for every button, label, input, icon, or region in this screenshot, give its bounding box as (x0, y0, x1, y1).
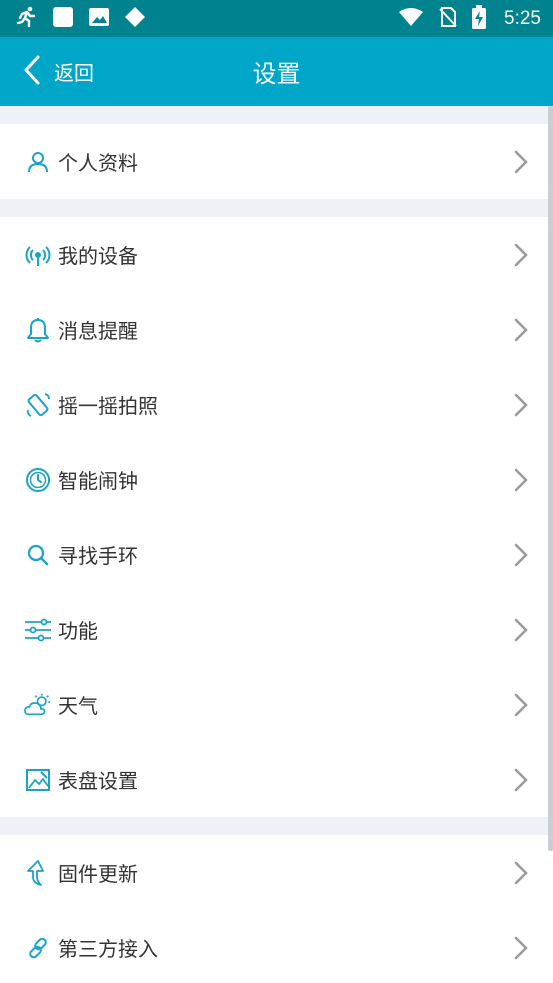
chevron-right-icon (514, 543, 528, 566)
settings-item-label: 天气 (58, 694, 98, 718)
settings-item-label: 智能闹钟 (58, 469, 138, 493)
back-label: 返回 (54, 61, 94, 85)
chevron-right-icon (514, 861, 528, 884)
status-bar: 5:25 (0, 0, 553, 37)
section-divider (0, 199, 553, 217)
settings-item-label: 第三方接入 (58, 937, 158, 961)
top-app-bar: 返回 设置 (0, 37, 553, 106)
square-icon (52, 6, 74, 32)
settings-item-label: 消息提醒 (58, 319, 138, 343)
settings-item-shake-photo[interactable]: 摇一摇拍照 (0, 367, 553, 442)
settings-item-label: 摇一摇拍照 (58, 394, 158, 418)
settings-group-device: 我的设备 消息提醒 摇一摇拍照 智能闹钟 寻找手环 功能 天气 表盘设置 (0, 217, 553, 817)
watchface-icon (24, 766, 52, 794)
settings-item-label: 功能 (58, 619, 98, 643)
settings-item-label: 寻找手环 (58, 544, 138, 568)
chevron-right-icon (514, 936, 528, 959)
settings-group-system: 固件更新 第三方接入 (0, 835, 553, 983)
no-sim-icon (438, 6, 458, 32)
settings-item-smart-alarm[interactable]: 智能闹钟 (0, 442, 553, 517)
back-button[interactable]: 返回 (24, 37, 94, 106)
settings-item-label: 个人资料 (58, 151, 138, 175)
section-divider (0, 106, 553, 124)
chevron-right-icon (514, 393, 528, 416)
settings-item-label: 固件更新 (58, 862, 138, 886)
settings-item-third-party[interactable]: 第三方接入 (0, 910, 553, 983)
update-arrow-icon (24, 859, 52, 887)
status-time: 5:25 (504, 7, 541, 29)
image-icon (88, 6, 110, 32)
chevron-right-icon (514, 150, 528, 173)
settings-item-weather[interactable]: 天气 (0, 667, 553, 742)
chevron-right-icon (514, 468, 528, 491)
chevron-right-icon (514, 693, 528, 716)
settings-item-my-device[interactable]: 我的设备 (0, 217, 553, 292)
clock-icon (24, 466, 52, 494)
settings-item-functions[interactable]: 功能 (0, 592, 553, 667)
settings-item-profile[interactable]: 个人资料 (0, 124, 553, 199)
settings-item-watchface[interactable]: 表盘设置 (0, 742, 553, 817)
person-icon (24, 148, 52, 176)
device-signal-icon (24, 241, 52, 269)
chevron-left-icon (24, 55, 40, 89)
weather-icon (24, 691, 52, 719)
chevron-right-icon (514, 243, 528, 266)
settings-item-label: 我的设备 (58, 244, 138, 268)
scrollbar[interactable] (548, 106, 553, 851)
sliders-icon (24, 616, 52, 644)
search-icon (24, 541, 52, 569)
chevron-right-icon (514, 618, 528, 641)
settings-item-label: 表盘设置 (58, 769, 138, 793)
bell-icon (24, 316, 52, 344)
diamond-icon (124, 6, 146, 32)
settings-item-find-band[interactable]: 寻找手环 (0, 517, 553, 592)
section-divider (0, 817, 553, 835)
settings-item-notifications[interactable]: 消息提醒 (0, 292, 553, 367)
settings-group-profile: 个人资料 (0, 124, 553, 199)
settings-list: 个人资料 我的设备 消息提醒 摇一摇拍照 智能闹钟 寻找手环 功能 天气 表盘设… (0, 106, 553, 983)
link-icon (24, 934, 52, 962)
shake-phone-icon (24, 391, 52, 419)
battery-charging-icon (472, 4, 487, 33)
running-icon (14, 5, 38, 33)
wifi-icon (398, 7, 424, 31)
settings-item-firmware-update[interactable]: 固件更新 (0, 835, 553, 910)
chevron-right-icon (514, 768, 528, 791)
chevron-right-icon (514, 318, 528, 341)
